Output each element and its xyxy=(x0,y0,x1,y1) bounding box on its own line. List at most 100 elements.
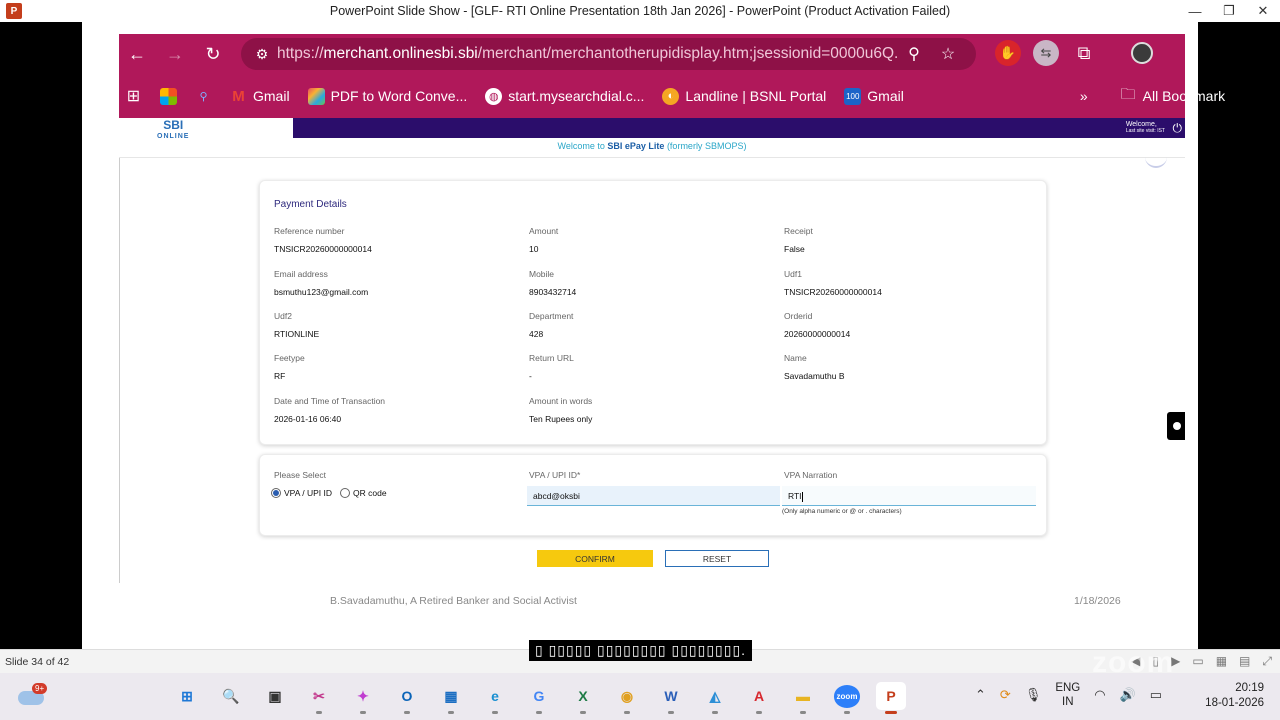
bookmark-gmail-2[interactable]: 100 Gmail xyxy=(844,87,904,105)
photos-glyph-icon: ◭ xyxy=(709,687,721,704)
bsnl-icon: ◐ xyxy=(662,87,680,105)
upi-card: Please Select VPA / UPI ID QR code VPA /… xyxy=(259,454,1047,536)
browser-chrome: ← → ↻ ⚙ https://merchant.onlinesbi.sbi/m… xyxy=(119,34,1225,118)
store-icon[interactable]: ▦ xyxy=(436,682,466,714)
please-select: Please Select xyxy=(274,470,326,480)
all-bookmarks[interactable]: 🗀 All Bookmark xyxy=(1120,86,1225,105)
excel-icon[interactable]: X xyxy=(568,682,598,714)
wifi-icon[interactable]: ◠ xyxy=(1094,687,1105,703)
bookmark-mysearchdial[interactable]: ◍ start.mysearchdial.c... xyxy=(485,87,645,105)
volume-icon[interactable]: 🔊 xyxy=(1120,687,1136,703)
field-orderid: Orderid 20260000000014 xyxy=(784,311,850,339)
fit-slide-icon[interactable]: ⤢ xyxy=(1262,654,1272,669)
narration-hint: (Only alpha numeric or @ or . characters… xyxy=(782,508,902,515)
field-label: Udf2 xyxy=(274,311,292,321)
vpa-narration-input[interactable]: RTI xyxy=(782,486,1036,506)
zoom-icon[interactable]: zoom xyxy=(832,682,862,714)
confirm-button[interactable]: CONFIRM xyxy=(537,550,653,567)
notification-badge: 9+ xyxy=(32,683,48,694)
photos-icon[interactable]: ◭ xyxy=(700,682,730,714)
outlook-icon[interactable]: O xyxy=(392,682,422,714)
store-glyph-icon: ▦ xyxy=(444,687,458,704)
minimize-button[interactable]: — xyxy=(1178,0,1212,22)
vpa-input[interactable]: abcd@oksbi xyxy=(527,486,780,506)
extensions-puzzle-icon[interactable]: ⧉ xyxy=(1071,40,1097,66)
word-glyph-icon: W xyxy=(664,688,678,704)
snipping-tool-icon[interactable]: ✂ xyxy=(304,682,334,714)
copilot-icon[interactable]: ✦ xyxy=(348,682,378,714)
microphone-icon[interactable]: 🎙 xyxy=(1025,687,1042,703)
language-indicator[interactable]: ENG IN xyxy=(1055,681,1080,709)
forward-icon[interactable]: → xyxy=(160,39,190,69)
address-bar[interactable]: ⚙ https://merchant.onlinesbi.sbi/merchan… xyxy=(241,38,976,70)
narration-label-text: VPA Narration xyxy=(784,470,838,480)
window-controls: — ❐ ✕ xyxy=(1178,0,1280,22)
chrome-glyph-icon: ◉ xyxy=(620,687,634,704)
word-icon[interactable]: W xyxy=(656,682,686,714)
chrome-icon[interactable]: ◉ xyxy=(612,682,642,714)
side-widget-icon[interactable] xyxy=(1167,412,1185,440)
payment-method-radios: VPA / UPI ID QR code xyxy=(271,488,395,498)
more-bookmarks-chevron-icon[interactable]: » xyxy=(1080,88,1088,104)
zoom-icon[interactable]: ⚲ xyxy=(897,44,931,64)
field-label: Amount in words xyxy=(529,396,593,406)
search-bookmark[interactable]: ⚲ xyxy=(195,88,212,105)
radio-vpa[interactable]: VPA / UPI ID xyxy=(271,488,332,498)
field-value: TNSICR20260000000014 xyxy=(784,287,882,297)
bookmark-gmail-1[interactable]: M Gmail xyxy=(230,87,289,105)
bookmark-label: start.mysearchdial.c... xyxy=(508,88,645,104)
bookmarks-bar: ⊞ ⚲ M Gmail PDF to Word Conve... ◍ start.m… xyxy=(119,78,1225,114)
bookmark-pdf-to-word[interactable]: PDF to Word Conve... xyxy=(307,87,467,105)
slide-footer-author: B.Savadamuthu, A Retired Banker and Soci… xyxy=(330,595,577,607)
edge-icon[interactable]: e xyxy=(480,682,510,714)
back-icon[interactable]: ← xyxy=(122,39,152,69)
lang-top: ENG xyxy=(1055,682,1081,694)
microsoft-bookmark[interactable] xyxy=(160,87,177,105)
start-button[interactable]: ⊞ xyxy=(172,682,202,710)
battery-icon[interactable]: ▭ xyxy=(1150,687,1162,703)
profile-avatar[interactable] xyxy=(1131,42,1153,64)
sync-icon[interactable]: ⟳ xyxy=(1000,687,1011,703)
hand-extension-icon[interactable]: ✋ xyxy=(995,40,1021,66)
running-indicator xyxy=(756,711,762,714)
bookmark-star-icon[interactable]: ☆ xyxy=(931,44,965,64)
logout-power-icon[interactable]: ⏻ xyxy=(1173,121,1183,136)
reset-button[interactable]: RESET xyxy=(665,550,769,567)
chevron-up-icon[interactable]: ⌃ xyxy=(975,687,986,703)
url-text[interactable]: https://merchant.onlinesbi.sbi/merchant/… xyxy=(277,45,897,63)
close-button[interactable]: ✕ xyxy=(1246,0,1280,22)
google-glyph-icon: G xyxy=(533,688,545,704)
field-value: - xyxy=(529,371,532,381)
search-icon[interactable]: 🔍 xyxy=(216,682,246,710)
field-amount: Amount 10 xyxy=(529,226,558,254)
site-settings-icon[interactable]: ⚙ xyxy=(247,46,277,63)
running-indicator xyxy=(800,711,806,714)
radio-label: VPA / UPI ID xyxy=(284,488,333,498)
slide-sorter-icon[interactable]: ▦ xyxy=(1216,654,1227,669)
bookmark-bsnl[interactable]: ◐ Landline | BSNL Portal xyxy=(662,87,826,105)
radio-label: QR code xyxy=(353,488,387,498)
restore-button[interactable]: ❐ xyxy=(1212,0,1246,22)
clock-time: 20:19 xyxy=(1235,682,1264,694)
apps-grid-icon[interactable]: ⊞ xyxy=(125,88,142,105)
radio-qr[interactable]: QR code xyxy=(340,488,387,498)
file-explorer-glyph-icon: ▬ xyxy=(796,688,810,704)
reload-icon[interactable]: ↻ xyxy=(198,39,228,69)
file-explorer-icon[interactable]: ▬ xyxy=(788,682,818,714)
microsoft-icon xyxy=(160,87,177,105)
google-icon[interactable]: G xyxy=(524,682,554,714)
normal-view-icon[interactable]: ▭ xyxy=(1192,654,1203,669)
field-label: Return URL xyxy=(529,353,574,363)
gmail-icon: M xyxy=(232,87,245,105)
grid-icon: ⊞ xyxy=(126,88,141,105)
welcome-box: Welcome, Last site visit: IST xyxy=(1126,121,1165,135)
acrobat-icon[interactable]: A xyxy=(744,682,774,714)
hundred-icon: 100 xyxy=(844,87,862,105)
clock[interactable]: 20:19 18-01-2026 xyxy=(1205,681,1264,711)
powerpoint-icon[interactable]: P xyxy=(876,682,906,714)
weather-widget[interactable]: 9+ xyxy=(18,683,48,705)
reading-view-icon[interactable]: ▤ xyxy=(1239,654,1250,669)
extension-icon[interactable]: ⇆ xyxy=(1033,40,1059,66)
sbi-header-bar: Welcome, Last site visit: IST ⏻ xyxy=(293,118,1185,138)
task-view-icon[interactable]: ▣ xyxy=(260,682,290,710)
